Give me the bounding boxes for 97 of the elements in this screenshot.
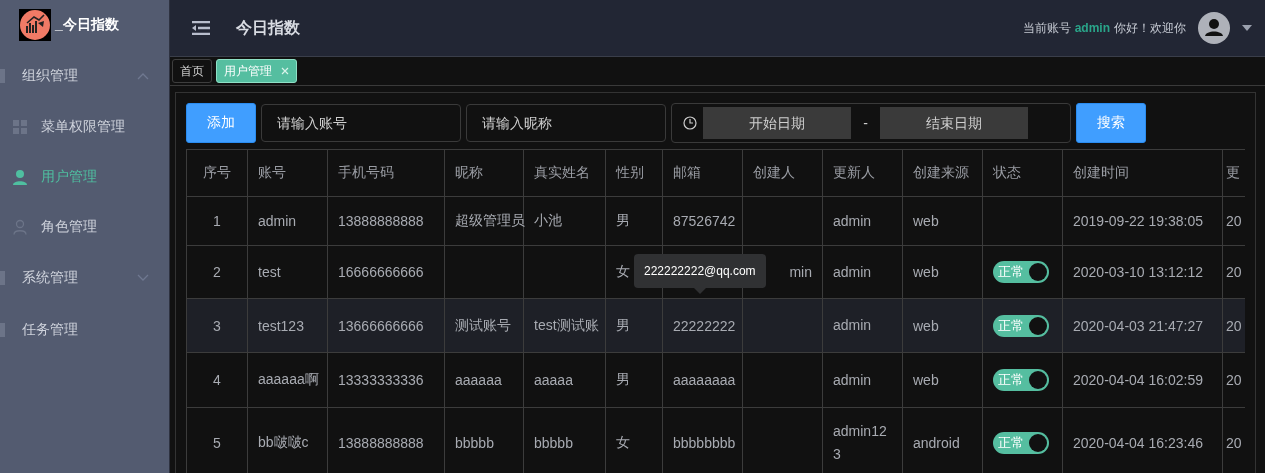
search-button[interactable]: 搜索 [1076,103,1146,143]
column-header: 更新人 [822,149,903,197]
table-cell: 女 [616,433,630,450]
table-cell: aaaaaa [455,372,502,388]
user-icon [12,169,28,185]
menu-group[interactable]: 系统管理 [0,252,169,304]
column-header: 创建时间 [1062,149,1223,197]
table-cell: min [789,264,812,280]
table-cell: bbbbbbbb [673,434,736,451]
column-header: 状态 [982,149,1063,197]
table-row[interactable]: 1 [186,196,248,246]
table-cell: 2020-04-04 16:23:46 [1073,434,1203,451]
chevron-icon [137,274,149,282]
table-cell: admin [258,213,297,229]
column-header: 昵称 [444,149,524,197]
table-row[interactable]: 5 [186,407,248,473]
table-cell: 超级管理员 [455,212,525,228]
tab[interactable]: 首页 [172,59,212,83]
table-cell: admin [833,263,872,280]
table-cell: admin [833,371,872,388]
greeting-text: 你好！欢迎你 [1114,19,1186,37]
logo-text: _今日指数 [55,16,119,34]
start-date-field[interactable]: 开始日期 [703,107,851,139]
nickname-field[interactable]: 请输入昵称 [466,104,666,142]
table-cell: 13888888888 [338,213,424,229]
table-cell: 男 [616,371,630,387]
table-cell: 13888888888 [338,434,424,451]
clock-icon [683,116,697,130]
page-title: 今日指数 [236,17,300,38]
column-header: 更 [1222,149,1245,197]
add-button[interactable]: 添加 [186,103,256,143]
user-name: admin [1074,21,1110,35]
table-cell: 小池 [534,212,562,228]
column-header: 性别 [605,149,663,197]
table-cell: web [913,372,939,388]
menu-item[interactable]: 菜单权限管理 [0,102,169,152]
table-cell: 女 [616,263,630,279]
chevron-icon [137,72,149,80]
table-cell: web [913,317,939,334]
menu-item[interactable]: 角色管理 [0,202,169,252]
column-header: 账号 [247,149,328,197]
table-cell: aaaaa [534,372,573,388]
table-cell: 22222222 [673,317,736,334]
table-cell: 13666666666 [338,317,424,334]
table-cell: 20 [1226,317,1242,334]
table-cell: 20 [1226,372,1242,388]
table-cell: 20 [1226,213,1242,229]
table-cell: admin [833,212,872,229]
tooltip-arrow [693,288,706,294]
table-cell: 2020-03-10 13:12:12 [1073,264,1203,280]
table-cell: 男 [616,212,630,228]
range-separator: - [862,115,869,131]
table-cell: 20 [1226,434,1242,451]
menu-group[interactable]: 任务管理 [0,304,169,356]
account-field[interactable]: 请输入账号 [261,104,461,142]
user-icon [12,219,28,235]
table-cell: aaaaaa啊 [258,371,319,387]
table-cell: 2019-09-22 19:38:05 [1073,213,1203,229]
table-cell: 男 [616,316,630,333]
column-header: 真实姓名 [523,149,606,197]
table-cell: 2020-04-04 16:02:59 [1073,372,1203,388]
table-cell: android [913,434,960,451]
column-header: 创建人 [742,149,823,197]
table-cell: admin123 [833,423,887,462]
table-cell: bbbbb [534,434,573,451]
greeting-text: 当前账号 [1022,19,1071,37]
table-cell: 16666666666 [338,264,424,280]
date-range-picker[interactable]: 开始日期 - 结束日期 [671,103,1071,143]
table-row[interactable]: 3 [186,298,248,353]
table-cell: 20 [1226,264,1242,280]
table-cell: 87526742 [673,213,736,229]
table-cell: bb啵啵c [258,433,309,450]
column-header: 创建来源 [902,149,983,197]
caret-icon[interactable] [1242,25,1252,31]
table-row[interactable]: 2 [186,245,248,299]
table-cell: test [258,264,281,280]
table-cell: test123 [258,317,304,334]
menu-item[interactable]: 用户管理 [0,152,169,202]
table-cell: aaaaaaaa [673,372,736,388]
table-cell: 13333333336 [338,372,424,388]
grid-icon [12,119,28,135]
table-cell: test测试账 [534,316,599,333]
end-date-field[interactable]: 结束日期 [880,107,1028,139]
avatar-icon[interactable] [1198,12,1230,44]
table-cell: 2020-04-03 21:47:27 [1073,317,1203,334]
logo-icon [19,9,51,41]
table-row[interactable]: 4 [186,352,248,408]
table-cell: bbbbb [455,434,494,451]
table-cell: web [913,264,939,280]
column-header: 序号 [186,149,248,197]
column-header: 手机号码 [327,149,445,197]
table-cell: web [913,213,939,229]
column-header: 邮箱 [662,149,743,197]
tooltip: 222222222@qq.com [634,254,766,288]
menu-group[interactable]: 组织管理 [0,50,169,102]
table-cell: 测试账号 [455,316,511,333]
table-cell: admin [833,317,872,334]
